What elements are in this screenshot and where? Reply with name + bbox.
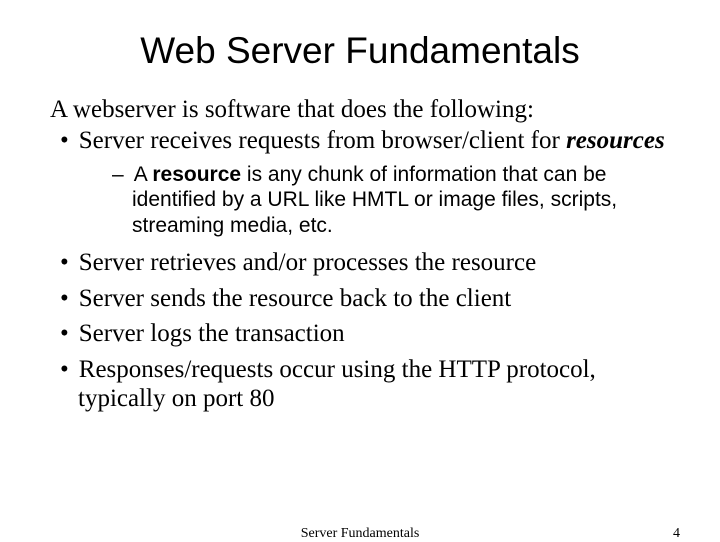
intro-text: A webserver is software that does the fo… — [50, 96, 670, 124]
bullet-emphasis: resources — [566, 127, 665, 154]
sub-bullet-item: A resource is any chunk of information t… — [112, 162, 670, 239]
sub-text: A — [134, 163, 153, 186]
bullet-text: Server receives requests from browser/cl… — [79, 127, 566, 154]
bullet-list: Server receives requests from browser/cl… — [50, 126, 670, 414]
bullet-item-2: Server retrieves and/or processes the re… — [50, 248, 670, 278]
bullet-item-3: Server sends the resource back to the cl… — [50, 284, 670, 314]
sub-bullet-list: A resource is any chunk of information t… — [78, 162, 670, 239]
bullet-item-4: Server logs the transaction — [50, 319, 670, 349]
sub-emphasis: resource — [152, 163, 241, 186]
bullet-item-5: Responses/requests occur using the HTTP … — [50, 355, 670, 414]
slide-title: Web Server Fundamentals — [50, 30, 670, 72]
slide: Web Server Fundamentals A webserver is s… — [0, 0, 720, 540]
bullet-item-1: Server receives requests from browser/cl… — [50, 126, 670, 238]
